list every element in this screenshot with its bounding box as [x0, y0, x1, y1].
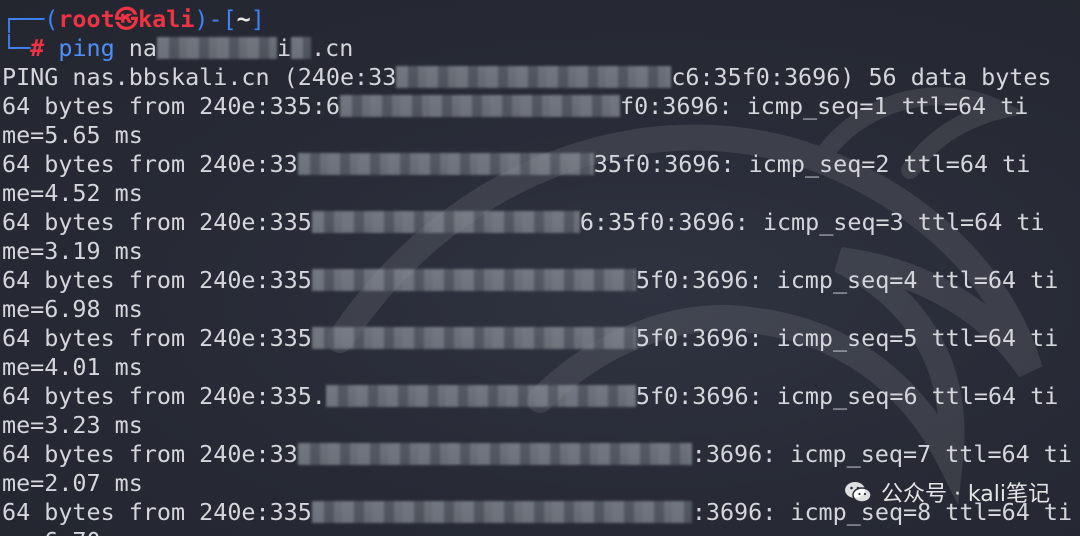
redacted-block — [156, 36, 277, 59]
reply-prefix: 64 bytes from 240e:33 — [2, 150, 298, 178]
prompt-at-symbol: ㉿ — [114, 5, 139, 33]
reply-time: me=3.23 ms — [2, 411, 143, 439]
terminal-output: ┌──(root㉿kali)-[~] └─# ping na i .cn PING … — [2, 5, 1072, 536]
reply-time-line: me=6.98 ms — [2, 295, 1072, 324]
prompt-line: ┌──(root㉿kali)-[~] — [2, 5, 1072, 34]
redacted-block — [325, 384, 636, 407]
reply-suffix: f0:3696: icmp_seq=1 ttl=64 ti — [619, 92, 1029, 120]
reply-time-line: me=6.70 ms — [2, 527, 1072, 536]
reply-suffix: :3696: icmp_seq=7 ttl=64 ti — [691, 440, 1072, 468]
redacted-block — [311, 500, 692, 523]
reply-line: 64 bytes from 240e:335. 5f0:3696: icmp_se… — [2, 382, 1072, 411]
command-arg-suffix: .cn — [311, 34, 354, 62]
reply-suffix: 5f0:3696: icmp_seq=5 ttl=64 ti — [635, 324, 1059, 352]
reply-suffix: 6:35f0:3696: icmp_seq=3 ttl=64 ti — [579, 208, 1045, 236]
reply-suffix: 5f0:3696: icmp_seq=6 ttl=64 ti — [635, 382, 1059, 410]
redacted-block — [311, 326, 636, 349]
redacted-block — [311, 268, 636, 291]
reply-time-line: me=4.01 ms — [2, 353, 1072, 382]
reply-time-line: me=3.19 ms — [2, 237, 1072, 266]
command-line[interactable]: └─# ping na i .cn — [2, 34, 1072, 63]
prompt-dir-open: )-[ — [194, 5, 237, 33]
reply-time: me=3.19 ms — [2, 237, 143, 265]
redacted-block — [396, 65, 672, 88]
reply-time-line: me=5.65 ms — [2, 121, 1072, 150]
ping-header-suffix: c6:35f0:3696) 56 data bytes — [671, 63, 1052, 91]
prompt-corner-bottom: └─ — [2, 34, 31, 62]
reply-prefix: 64 bytes from 240e:33 — [2, 440, 298, 468]
prompt-dir-close: ] — [250, 5, 265, 33]
reply-prefix: 64 bytes from 240e:335:6 — [2, 92, 340, 120]
reply-time: me=4.52 ms — [2, 179, 143, 207]
prompt-hash: # — [30, 34, 45, 62]
reply-time-line: me=3.23 ms — [2, 411, 1072, 440]
reply-prefix: 64 bytes from 240e:335 — [2, 266, 312, 294]
reply-time: me=6.98 ms — [2, 295, 143, 323]
reply-line: 64 bytes from 240e:335 5f0:3696: icmp_seq… — [2, 266, 1072, 295]
wechat-icon — [844, 482, 872, 503]
prompt-dir: ~ — [236, 5, 251, 33]
command-arg-prefix: na — [128, 34, 157, 62]
reply-time: me=2.07 ms — [2, 469, 143, 497]
redacted-block — [297, 442, 692, 465]
terminal-window[interactable]: ┌──(root㉿kali)-[~] └─# ping na i .cn PING … — [0, 0, 1080, 536]
reply-time: me=5.65 ms — [2, 121, 143, 149]
redacted-block — [311, 210, 580, 233]
command-program: ping — [58, 34, 115, 62]
watermark-text: 公众号 · kali笔记 — [880, 482, 1050, 507]
reply-line: 64 bytes from 240e:335 6:35f0:3696: icmp_… — [2, 208, 1072, 237]
prompt-host: kali — [138, 5, 195, 33]
reply-prefix: 64 bytes from 240e:335 — [2, 498, 312, 526]
reply-line: 64 bytes from 240e:335:6 f0:3696: icmp_se… — [2, 92, 1072, 121]
reply-suffix: 35f0:3696: icmp_seq=2 ttl=64 ti — [593, 150, 1031, 178]
reply-prefix: 64 bytes from 240e:335. — [2, 382, 326, 410]
reply-time-line: me=4.52 ms — [2, 179, 1072, 208]
redacted-block — [297, 152, 594, 175]
reply-line: 64 bytes from 240e:33 35f0:3696: icmp_seq… — [2, 150, 1072, 179]
ping-header-prefix: PING nas.bbskali.cn (240e:33 — [2, 63, 397, 91]
reply-time: me=4.01 ms — [2, 353, 143, 381]
redacted-block — [291, 36, 312, 59]
redacted-block — [339, 94, 620, 117]
reply-line: 64 bytes from 240e:335 5f0:3696: icmp_seq… — [2, 324, 1072, 353]
reply-time: me=6.70 ms — [2, 527, 143, 536]
prompt-corner-top: ┌──( — [2, 5, 59, 33]
prompt-user: root — [58, 5, 115, 33]
reply-prefix: 64 bytes from 240e:335 — [2, 208, 312, 236]
ping-header: PING nas.bbskali.cn (240e:33 c6:35f0:3696… — [2, 63, 1072, 92]
command-arg-mid: i — [276, 34, 292, 62]
reply-suffix: 5f0:3696: icmp_seq=4 ttl=64 ti — [635, 266, 1059, 294]
watermark: 公众号 · kali笔记 — [843, 476, 1050, 508]
reply-line: 64 bytes from 240e:33 :3696: icmp_seq=7 t… — [2, 440, 1072, 469]
reply-prefix: 64 bytes from 240e:335 — [2, 324, 312, 352]
